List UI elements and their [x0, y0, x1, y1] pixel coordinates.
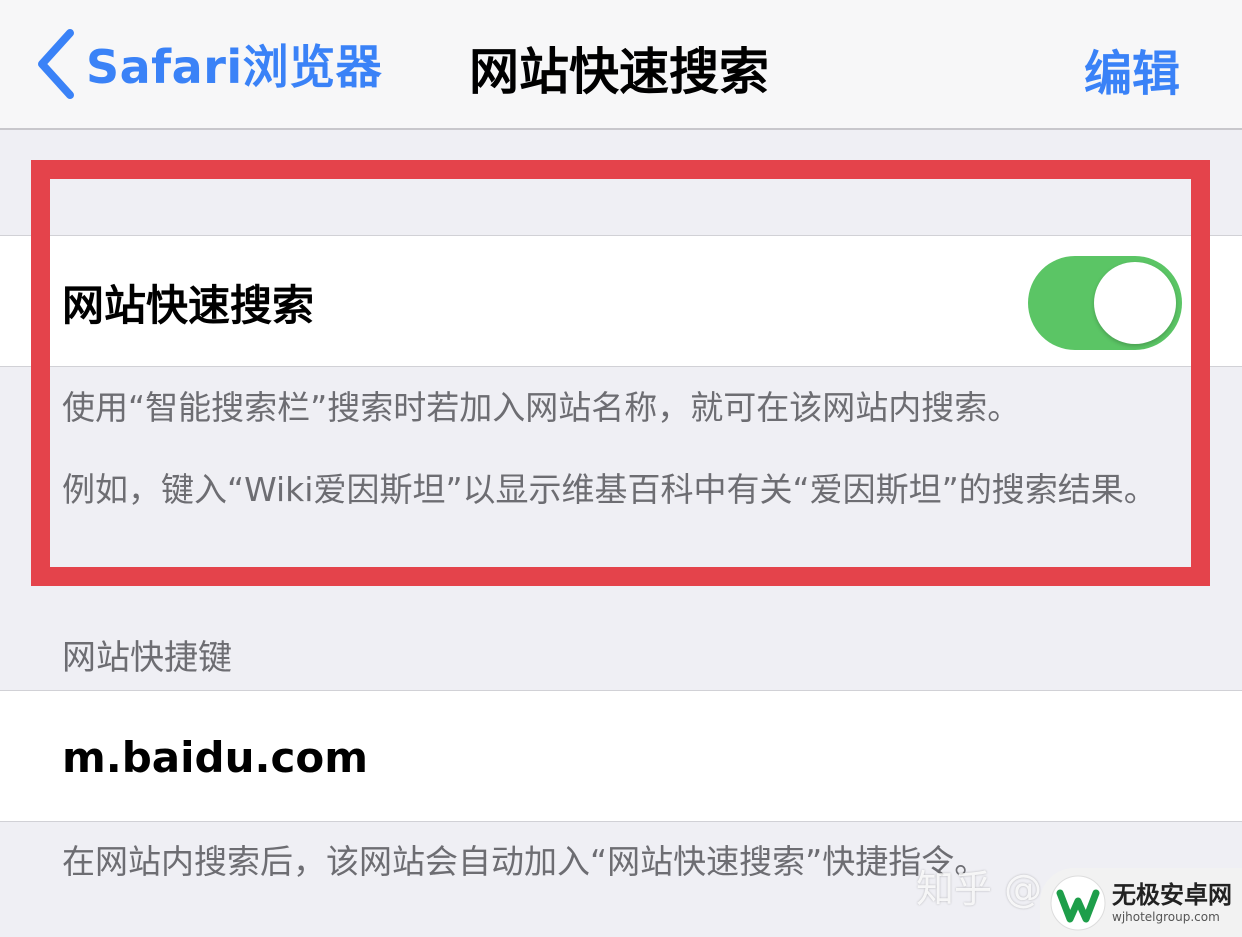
toggle-knob: [1094, 262, 1176, 344]
zhihu-watermark: 知乎 @: [916, 867, 1043, 911]
quick-search-example: 例如，键入“Wiki爱因斯坦”以显示维基百科中有关“爱因斯坦”的搜索结果。: [62, 470, 1157, 509]
site-logo-icon: [1050, 875, 1106, 930]
quick-search-cell: 网站快速搜索: [0, 235, 1242, 367]
quick-search-description: 使用“智能搜索栏”搜索时若加入网站名称，就可在该网站内搜索。: [62, 388, 1021, 427]
site-watermark-url: wjhotelgroup.com: [1112, 909, 1220, 924]
site-watermark: 无极安卓网 wjhotelgroup.com: [1040, 868, 1242, 937]
shortcut-row[interactable]: m.baidu.com: [0, 690, 1242, 822]
highlight-box: [31, 160, 1210, 586]
edit-button[interactable]: 编辑: [1084, 34, 1180, 104]
page-title: 网站快速搜索: [469, 43, 769, 101]
quick-search-toggle[interactable]: [1028, 256, 1182, 350]
quick-search-label: 网站快速搜索: [62, 281, 315, 330]
shortcut-site-label: m.baidu.com: [62, 733, 368, 782]
shortcuts-section-header: 网站快捷键: [62, 638, 232, 678]
navigation-bar: Safari浏览器 网站快速搜索 编辑: [0, 0, 1242, 130]
site-watermark-name: 无极安卓网: [1112, 880, 1232, 909]
